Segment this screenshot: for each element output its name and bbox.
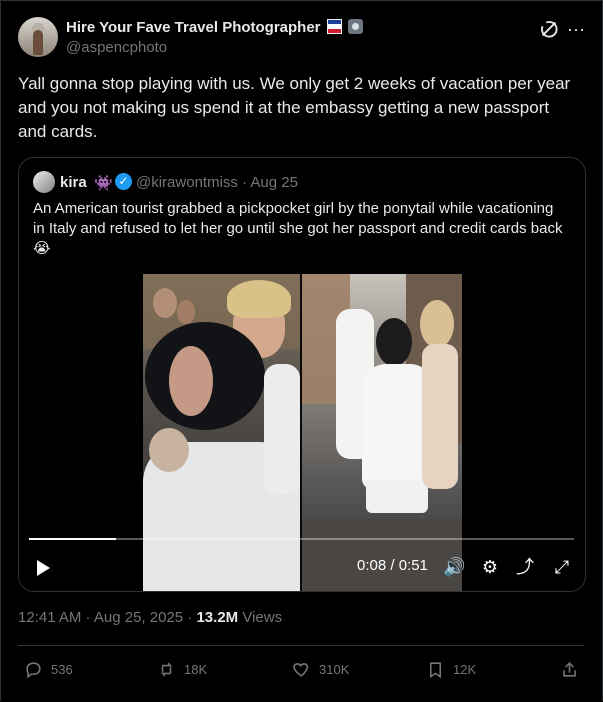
- author-name[interactable]: Hire Your Fave Travel Photographer: [66, 19, 321, 36]
- verified-badge-icon: ✓: [115, 173, 132, 190]
- bookmark-button[interactable]: 12K: [426, 660, 476, 680]
- author-avatar[interactable]: [18, 17, 58, 57]
- quoted-author-name[interactable]: kira: [60, 174, 87, 191]
- play-icon[interactable]: [37, 560, 50, 576]
- post-text: Yall gonna stop playing with us. We only…: [18, 74, 571, 141]
- author-name-row[interactable]: Hire Your Fave Travel Photographer: [66, 19, 363, 36]
- actions-divider: [18, 645, 584, 646]
- rotate-icon[interactable]: ⤴: [514, 556, 536, 578]
- view-count: 13.2M: [196, 609, 239, 626]
- bookmark-icon: [429, 662, 442, 679]
- reply-count: 536: [51, 662, 73, 677]
- like-button[interactable]: 310K: [292, 660, 349, 680]
- repost-icon: [160, 662, 173, 677]
- repost-count: 18K: [184, 662, 208, 677]
- quoted-post[interactable]: kira 👾 ✓ @kirawontmiss · Aug 25 An Ameri…: [18, 157, 586, 592]
- post-timestamp[interactable]: 12:41 AM · Aug 25, 2025 ·: [18, 609, 196, 626]
- quoted-author-handle[interactable]: @kirawontmiss: [136, 174, 238, 191]
- bookmark-count: 12K: [453, 662, 477, 677]
- share-icon: [563, 662, 576, 677]
- video-player[interactable]: 0:08 / 0:51 🔊 ⚙ ⤴ ⤢: [19, 274, 585, 591]
- volume-icon[interactable]: 🔊: [443, 556, 465, 578]
- quoted-author-avatar[interactable]: [33, 171, 55, 193]
- alien-emoji-icon: 👾: [94, 175, 113, 192]
- reply-icon: [26, 662, 41, 679]
- video-frame-left: [143, 274, 300, 591]
- video-time: 0:08 / 0:51: [357, 557, 428, 574]
- post-meta: 12:41 AM · Aug 25, 2025 · 13.2M Views: [18, 609, 282, 626]
- quoted-text: An American tourist grabbed a pickpocket…: [33, 200, 563, 257]
- views-label: Views: [238, 609, 283, 626]
- video-frame-right: [302, 274, 462, 591]
- camera-icon: [347, 19, 363, 34]
- fullscreen-icon[interactable]: ⤢: [551, 556, 573, 578]
- video-progress-fill: [29, 538, 117, 540]
- like-count: 310K: [319, 662, 350, 677]
- quoted-date[interactable]: · Aug 25: [238, 174, 298, 191]
- belize-flag-icon: [326, 19, 342, 34]
- author-handle[interactable]: @aspencphoto: [66, 39, 167, 56]
- heart-icon: [293, 663, 309, 677]
- video-progress-bar[interactable]: [29, 538, 574, 540]
- quoted-meta: @kirawontmiss · Aug 25: [136, 174, 298, 191]
- share-button[interactable]: [560, 660, 587, 680]
- settings-icon[interactable]: ⚙: [479, 556, 501, 578]
- more-icon[interactable]: ···: [565, 18, 587, 40]
- reply-button[interactable]: 536: [24, 660, 73, 680]
- grok-icon[interactable]: [538, 18, 560, 40]
- repost-button[interactable]: 18K: [157, 660, 207, 680]
